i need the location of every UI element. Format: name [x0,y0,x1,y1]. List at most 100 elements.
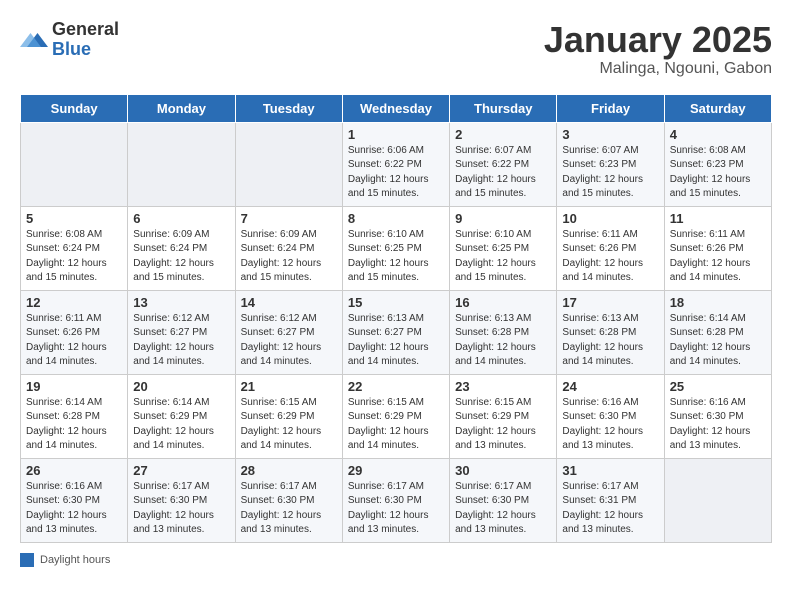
calendar-cell: 20Sunrise: 6:14 AMSunset: 6:29 PMDayligh… [128,374,235,458]
calendar-cell: 9Sunrise: 6:10 AMSunset: 6:25 PMDaylight… [450,206,557,290]
day-number: 10 [562,211,658,226]
day-number: 28 [241,463,337,478]
cell-info: Sunrise: 6:17 AMSunset: 6:30 PMDaylight:… [455,481,536,536]
day-number: 21 [241,379,337,394]
calendar-cell: 14 Sunrise: 6:12 AMSunset: 6:27 PMDayligh… [235,290,342,374]
day-number: 11 [670,211,766,226]
day-number: 29 [348,463,444,478]
calendar-cell: 12 Sunrise: 6:11 AMSunset: 6:26 PMDayligh… [21,290,128,374]
calendar-cell: 11 Sunrise: 6:11 AMSunset: 6:26 PMDayligh… [664,206,771,290]
day-header-wednesday: Wednesday [342,94,449,122]
cell-info: Sunrise: 6:13 AMSunset: 6:28 PMDaylight:… [455,313,536,368]
day-number: 3 [562,127,658,142]
cell-info: Sunrise: 6:17 AMSunset: 6:30 PMDaylight:… [348,481,429,536]
calendar-cell: 30Sunrise: 6:17 AMSunset: 6:30 PMDayligh… [450,458,557,542]
cell-info: Sunrise: 6:15 AMSunset: 6:29 PMDaylight:… [348,397,429,452]
day-header-tuesday: Tuesday [235,94,342,122]
calendar-cell: 23 Sunrise: 6:15 AMSunset: 6:29 PMDayligh… [450,374,557,458]
day-number: 7 [241,211,337,226]
cell-info: Sunrise: 6:14 AMSunset: 6:28 PMDaylight:… [670,313,751,368]
day-number: 31 [562,463,658,478]
calendar-cell: 13 Sunrise: 6:12 AMSunset: 6:27 PMDayligh… [128,290,235,374]
day-header-monday: Monday [128,94,235,122]
week-row-3: 12 Sunrise: 6:11 AMSunset: 6:26 PMDayligh… [21,290,772,374]
calendar-cell: 5 Sunrise: 6:08 AMSunset: 6:24 PMDaylight… [21,206,128,290]
cell-info: Sunrise: 6:06 AMSunset: 6:22 PMDaylight:… [348,145,429,200]
cell-info: Sunrise: 6:07 AMSunset: 6:22 PMDaylight:… [455,145,536,200]
calendar-cell: 24Sunrise: 6:16 AMSunset: 6:30 PMDayligh… [557,374,664,458]
day-number: 23 [455,379,551,394]
calendar-cell [21,122,128,206]
day-number: 14 [241,295,337,310]
calendar-cell: 31Sunrise: 6:17 AMSunset: 6:31 PMDayligh… [557,458,664,542]
day-number: 17 [562,295,658,310]
calendar-cell: 15 Sunrise: 6:13 AMSunset: 6:27 PMDayligh… [342,290,449,374]
cell-info: Sunrise: 6:14 AMSunset: 6:28 PMDaylight:… [26,397,107,452]
calendar-cell: 21 Sunrise: 6:15 AMSunset: 6:29 PMDayligh… [235,374,342,458]
week-row-5: 26 Sunrise: 6:16 AMSunset: 6:30 PMDayligh… [21,458,772,542]
day-number: 15 [348,295,444,310]
calendar-cell: 26 Sunrise: 6:16 AMSunset: 6:30 PMDayligh… [21,458,128,542]
logo-general-text: General [52,20,119,40]
logo-text: General Blue [52,20,119,60]
cell-info: Sunrise: 6:11 AMSunset: 6:26 PMDaylight:… [26,313,107,368]
cell-info: Sunrise: 6:17 AMSunset: 6:30 PMDaylight:… [241,481,322,536]
day-number: 18 [670,295,766,310]
day-header-saturday: Saturday [664,94,771,122]
cell-info: Sunrise: 6:11 AMSunset: 6:26 PMDaylight:… [562,229,643,284]
day-number: 5 [26,211,122,226]
day-number: 13 [133,295,229,310]
calendar-cell: 29 Sunrise: 6:17 AMSunset: 6:30 PMDayligh… [342,458,449,542]
title-block: January 2025 Malinga, Ngouni, Gabon [544,20,772,78]
cell-info: Sunrise: 6:10 AMSunset: 6:25 PMDaylight:… [348,229,429,284]
cell-info: Sunrise: 6:09 AMSunset: 6:24 PMDaylight:… [133,229,214,284]
calendar-table: SundayMondayTuesdayWednesdayThursdayFrid… [20,94,772,543]
calendar-cell [128,122,235,206]
calendar-cell: 16Sunrise: 6:13 AMSunset: 6:28 PMDayligh… [450,290,557,374]
footer: Daylight hours [20,553,772,567]
day-number: 12 [26,295,122,310]
week-row-1: 1Sunrise: 6:06 AMSunset: 6:22 PMDaylight… [21,122,772,206]
calendar-cell: 28 Sunrise: 6:17 AMSunset: 6:30 PMDayligh… [235,458,342,542]
location: Malinga, Ngouni, Gabon [544,60,772,78]
cell-info: Sunrise: 6:15 AMSunset: 6:29 PMDaylight:… [455,397,536,452]
day-number: 26 [26,463,122,478]
cell-info: Sunrise: 6:09 AMSunset: 6:24 PMDaylight:… [241,229,322,284]
cell-info: Sunrise: 6:13 AMSunset: 6:27 PMDaylight:… [348,313,429,368]
calendar-cell: 10 Sunrise: 6:11 AMSunset: 6:26 PMDayligh… [557,206,664,290]
cell-info: Sunrise: 6:17 AMSunset: 6:30 PMDaylight:… [133,481,214,536]
cell-info: Sunrise: 6:15 AMSunset: 6:29 PMDaylight:… [241,397,322,452]
cell-info: Sunrise: 6:10 AMSunset: 6:25 PMDaylight:… [455,229,536,284]
day-number: 2 [455,127,551,142]
header: General Blue January 2025 Malinga, Ngoun… [20,20,772,78]
calendar-cell [235,122,342,206]
day-number: 6 [133,211,229,226]
calendar-cell: 4 Sunrise: 6:08 AMSunset: 6:23 PMDaylight… [664,122,771,206]
day-header-thursday: Thursday [450,94,557,122]
day-number: 4 [670,127,766,142]
cell-info: Sunrise: 6:11 AMSunset: 6:26 PMDaylight:… [670,229,751,284]
days-header-row: SundayMondayTuesdayWednesdayThursdayFrid… [21,94,772,122]
week-row-4: 19 Sunrise: 6:14 AMSunset: 6:28 PMDayligh… [21,374,772,458]
cell-info: Sunrise: 6:08 AMSunset: 6:24 PMDaylight:… [26,229,107,284]
cell-info: Sunrise: 6:08 AMSunset: 6:23 PMDaylight:… [670,145,751,200]
logo: General Blue [20,20,119,60]
calendar-cell: 19 Sunrise: 6:14 AMSunset: 6:28 PMDayligh… [21,374,128,458]
day-number: 27 [133,463,229,478]
day-number: 19 [26,379,122,394]
month-title: January 2025 [544,20,772,60]
day-number: 20 [133,379,229,394]
day-number: 24 [562,379,658,394]
day-number: 22 [348,379,444,394]
day-number: 25 [670,379,766,394]
calendar-cell: 6 Sunrise: 6:09 AMSunset: 6:24 PMDaylight… [128,206,235,290]
calendar-cell: 22 Sunrise: 6:15 AMSunset: 6:29 PMDayligh… [342,374,449,458]
daylight-legend-box [20,553,34,567]
calendar-cell: 3Sunrise: 6:07 AMSunset: 6:23 PMDaylight… [557,122,664,206]
cell-info: Sunrise: 6:16 AMSunset: 6:30 PMDaylight:… [26,481,107,536]
cell-info: Sunrise: 6:12 AMSunset: 6:27 PMDaylight:… [133,313,214,368]
calendar-cell: 8Sunrise: 6:10 AMSunset: 6:25 PMDaylight… [342,206,449,290]
cell-info: Sunrise: 6:12 AMSunset: 6:27 PMDaylight:… [241,313,322,368]
logo-blue-text: Blue [52,40,119,60]
calendar-cell [664,458,771,542]
